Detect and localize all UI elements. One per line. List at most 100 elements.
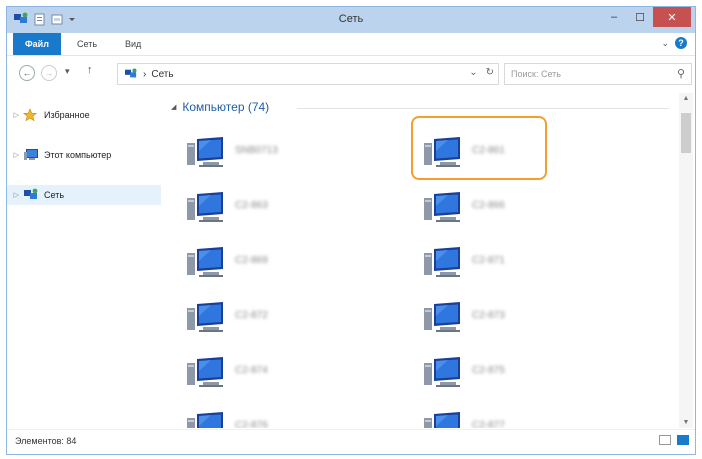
computer-name: C2-869	[235, 255, 268, 266]
sidebar-item-label: Сеть	[44, 190, 65, 200]
expand-arrow-icon[interactable]: ▷	[7, 191, 19, 199]
scroll-down-arrow[interactable]: ▼	[679, 419, 693, 426]
computer-icon-wrap	[422, 245, 464, 284]
group-divider	[297, 108, 669, 109]
computer-tile[interactable]: C2-866	[414, 186, 584, 230]
computer-icon-wrap	[185, 190, 227, 229]
search-input[interactable]	[511, 67, 661, 81]
network-icon	[125, 68, 137, 78]
computer-name: C2-876	[235, 420, 268, 428]
tab-view[interactable]: Вид	[113, 33, 153, 55]
title-bar: Сеть – ☐ ✕	[7, 7, 695, 33]
computer-tile[interactable]: C2-861	[414, 131, 584, 175]
ribbon: Файл Сеть Вид ⌄ ?	[7, 33, 695, 56]
tab-network[interactable]: Сеть	[65, 33, 109, 55]
up-button[interactable]: ↑	[87, 64, 93, 76]
computer-icon-wrap	[185, 245, 227, 284]
address-row: ← → ▾ ↑ › Сеть ⌄ ↻ ⚲	[7, 59, 695, 89]
computer-name: SNB0713	[235, 145, 278, 156]
expand-arrow-icon[interactable]: ▷	[7, 111, 19, 119]
computer-name: C2-875	[472, 365, 505, 376]
refresh-icon[interactable]: ↻	[486, 67, 494, 78]
computer-icon-wrap	[422, 355, 464, 394]
details-view-button[interactable]	[659, 435, 671, 445]
computer-icon-wrap	[422, 410, 464, 428]
computer-tile[interactable]: C2-863	[177, 186, 347, 230]
computer-name: C2-874	[235, 365, 268, 376]
computer-icon-wrap	[185, 300, 227, 339]
tiles-view-button[interactable]	[677, 435, 689, 445]
explorer-window: Сеть – ☐ ✕ Файл Сеть Вид ⌄ ? ← → ▾ ↑ › С…	[6, 6, 696, 455]
computer-icon	[187, 192, 223, 222]
computer-tile[interactable]: C2-876	[177, 406, 347, 428]
computer-icon	[424, 357, 460, 387]
computer-icon	[187, 357, 223, 387]
close-button[interactable]: ✕	[653, 7, 691, 27]
breadcrumb: › Сеть	[124, 68, 174, 80]
minimize-button[interactable]: –	[601, 7, 627, 27]
computer-tile[interactable]: C2-871	[414, 241, 584, 285]
address-bar[interactable]: › Сеть ⌄ ↻	[117, 63, 499, 85]
item-count: Элементов: 84	[15, 436, 77, 446]
status-bar: Элементов: 84	[7, 429, 695, 454]
computer-icon	[187, 247, 223, 277]
computer-name: C2-871	[472, 255, 505, 266]
computer-icon	[424, 302, 460, 332]
ribbon-help-area: ⌄ ?	[661, 37, 687, 49]
address-dropdown-icon[interactable]: ⌄	[469, 67, 477, 78]
recent-locations-button[interactable]: ▾	[65, 66, 70, 77]
group-header[interactable]: ◢ Компьютер (74)	[171, 100, 269, 114]
computer-icon	[24, 149, 38, 160]
computer-icon	[187, 412, 223, 428]
scroll-up-arrow[interactable]: ▲	[679, 95, 693, 102]
network-icon	[24, 188, 38, 199]
computer-icon	[424, 247, 460, 277]
tab-file[interactable]: Файл	[13, 33, 61, 55]
back-button[interactable]: ←	[19, 65, 35, 81]
computer-icon	[424, 192, 460, 222]
content-pane: ◢ Компьютер (74) SNB0713 C2-861 C2-863 C2-8…	[165, 93, 677, 428]
computer-name: C2-873	[472, 310, 505, 321]
window-controls: – ☐ ✕	[601, 7, 691, 27]
computer-icon	[187, 302, 223, 332]
sidebar-item-this-pc[interactable]: ▷ Этот компьютер	[7, 145, 161, 165]
vertical-scrollbar[interactable]: ▲ ▼	[679, 93, 693, 428]
computer-icon-wrap	[185, 135, 227, 174]
window-title: Сеть	[338, 13, 364, 25]
sidebar-item-label: Избранное	[44, 110, 90, 120]
help-icon[interactable]: ?	[675, 37, 687, 49]
computer-tile[interactable]: C2-873	[414, 296, 584, 340]
scroll-thumb[interactable]	[681, 113, 691, 153]
sidebar-item-favorites[interactable]: ▷ Избранное	[7, 105, 161, 125]
computer-tile[interactable]: C2-874	[177, 351, 347, 395]
maximize-button[interactable]: ☐	[627, 7, 653, 27]
search-box: ⚲	[504, 63, 692, 85]
computer-tile[interactable]: C2-869	[177, 241, 347, 285]
collapse-group-icon[interactable]: ◢	[171, 103, 176, 111]
computer-icon-wrap	[185, 410, 227, 428]
navigation-pane: ▷ Избранное ▷ Этот компьютер ▷ Сеть	[7, 93, 161, 428]
computer-icon-wrap	[422, 300, 464, 339]
star-icon	[23, 108, 37, 122]
computer-icon	[424, 137, 460, 167]
computer-tile[interactable]: SNB0713	[177, 131, 347, 175]
breadcrumb-network[interactable]: Сеть	[151, 69, 173, 80]
computer-name: C2-877	[472, 420, 505, 428]
computer-icon-wrap	[422, 190, 464, 229]
expand-ribbon-icon[interactable]: ⌄	[661, 38, 669, 49]
search-icon[interactable]: ⚲	[677, 67, 685, 80]
forward-button[interactable]: →	[41, 65, 57, 81]
computer-icon-wrap	[185, 355, 227, 394]
group-header-label: Компьютер (74)	[182, 100, 270, 114]
sidebar-item-network[interactable]: ▷ Сеть	[7, 185, 161, 205]
computer-tile[interactable]: C2-872	[177, 296, 347, 340]
view-switcher	[659, 435, 689, 445]
breadcrumb-separator[interactable]: ›	[143, 69, 146, 80]
computer-icon-wrap	[422, 135, 464, 174]
computer-tile[interactable]: C2-875	[414, 351, 584, 395]
computer-name: C2-863	[235, 200, 268, 211]
computer-name: C2-872	[235, 310, 268, 321]
expand-arrow-icon[interactable]: ▷	[7, 151, 19, 159]
computer-name: C2-861	[472, 145, 505, 156]
computer-tile[interactable]: C2-877	[414, 406, 584, 428]
